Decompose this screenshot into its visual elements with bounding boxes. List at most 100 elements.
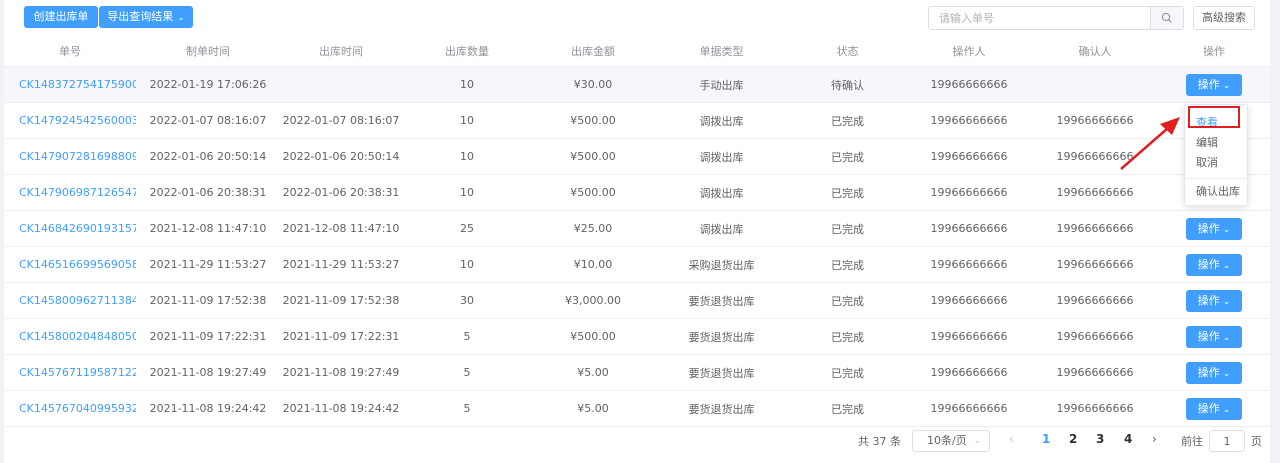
highlight-box	[1188, 106, 1240, 128]
dropdown-item-confirm-outbound[interactable]: 确认出库	[1185, 182, 1247, 202]
table-cell-confirmer: 19966666666	[1032, 354, 1158, 391]
table-cell-amount: ¥3,000.00	[532, 282, 654, 319]
table-cell-status: 已完成	[789, 102, 906, 139]
chevron-right-icon[interactable]: ›	[1152, 432, 1157, 446]
order-number-link[interactable]: CK1457671195871227905	[4, 354, 136, 391]
table-body: CK14837275417590005782022-01-19 17:06:26…	[4, 66, 1270, 427]
table-cell-amount: ¥500.00	[532, 102, 654, 139]
table-row: CK14580020484805017612021-11-09 17:22:31…	[4, 318, 1270, 355]
table-cell-status: 已完成	[789, 174, 906, 211]
search-box	[928, 6, 1184, 30]
table-cell-status: 已完成	[789, 210, 906, 247]
page-size-select[interactable]: 10条/页 ⌄	[912, 430, 990, 452]
order-number-link[interactable]: CK1465166995690582017	[4, 246, 136, 283]
chevron-down-icon: ⌄	[1222, 332, 1231, 343]
operation-button[interactable]: 操作⌄	[1186, 325, 1242, 348]
table-cell-type: 调拨出库	[654, 210, 789, 247]
order-number-link[interactable]: CK1483727541759000578	[4, 66, 136, 103]
table-cell-created: 2021-11-29 11:53:27	[136, 246, 280, 283]
pagination: 共 37 条 10条/页 ⌄ ‹ 1 2 3 4 › 前往 页	[4, 428, 1270, 454]
table-cell-confirmer: 19966666666	[1032, 246, 1158, 283]
table-cell-qty: 10	[402, 102, 532, 139]
table-row: CK14790728169880903702022-01-06 20:50:14…	[4, 138, 1270, 175]
operation-button[interactable]: 操作⌄	[1186, 253, 1242, 276]
operation-button[interactable]: 操作⌄	[1186, 217, 1242, 240]
pagination-total: 共 37 条	[858, 435, 901, 448]
table-cell-operation: 操作⌄	[1158, 210, 1270, 247]
page-number[interactable]: 2	[1069, 432, 1077, 446]
table-cell-amount: ¥25.00	[532, 210, 654, 247]
chevron-left-icon[interactable]: ‹	[1009, 432, 1014, 446]
table-cell-out-time: 2021-12-08 11:47:10	[280, 210, 402, 247]
table-cell-out-time: 2022-01-06 20:50:14	[280, 138, 402, 175]
page-number[interactable]: 3	[1096, 432, 1104, 446]
table-row: CK14837275417590005782022-01-19 17:06:26…	[4, 66, 1270, 103]
table-cell-operator: 19966666666	[906, 354, 1032, 391]
column-header: 状态	[789, 36, 906, 67]
table-row: CK14651669956905820172021-11-29 11:53:27…	[4, 246, 1270, 283]
table-cell-created: 2022-01-07 08:16:07	[136, 102, 280, 139]
table-cell-qty: 10	[402, 66, 532, 103]
order-number-link[interactable]: CK1457670409959321601	[4, 390, 136, 427]
order-number-link[interactable]: CK1479069871265476610	[4, 174, 136, 211]
order-number-link[interactable]: CK1479245425600032769	[4, 102, 136, 139]
operation-button[interactable]: 操作⌄	[1186, 289, 1242, 312]
order-number-link[interactable]: CK1468426901931577346	[4, 210, 136, 247]
operation-label: 操作	[1197, 293, 1220, 307]
page-number[interactable]: 4	[1124, 432, 1132, 446]
table-cell-operator: 19966666666	[906, 318, 1032, 355]
export-results-label: 导出查询结果	[107, 10, 174, 23]
search-input[interactable]	[929, 7, 1149, 29]
table-cell-qty: 5	[402, 354, 532, 391]
table-cell-operation: 操作⌄	[1158, 318, 1270, 355]
table-row: CK14576704099593216012021-11-08 19:24:42…	[4, 390, 1270, 427]
create-outbound-label: 创建出库单	[33, 10, 89, 23]
table-cell-operation: 操作⌄	[1158, 282, 1270, 319]
chevron-down-icon: ⌄	[1222, 404, 1231, 415]
table-cell-qty: 10	[402, 138, 532, 175]
table-row: CK14790698712654766102022-01-06 20:38:31…	[4, 174, 1270, 211]
chevron-down-icon: ⌄	[1222, 224, 1231, 235]
operation-label: 操作	[1197, 329, 1220, 343]
table-cell-out-time: 2022-01-07 08:16:07	[280, 102, 402, 139]
goto-page-input[interactable]	[1209, 430, 1245, 452]
dropdown-item-edit[interactable]: 编辑	[1185, 133, 1247, 153]
column-header: 制单时间	[136, 36, 280, 67]
main-panel: 创建出库单 导出查询结果⌄ 高级搜索 单号 制单时间 出库时间 出库数量 出库金…	[4, 0, 1270, 463]
operation-label: 操作	[1197, 365, 1220, 379]
dropdown-item-cancel[interactable]: 取消	[1185, 153, 1247, 173]
operation-label: 操作	[1197, 221, 1220, 235]
advanced-search-button[interactable]: 高级搜索	[1193, 6, 1255, 30]
table-cell-operator: 19966666666	[906, 210, 1032, 247]
table-cell-out-time: 2021-11-09 17:52:38	[280, 282, 402, 319]
export-results-button[interactable]: 导出查询结果 ⌄	[99, 6, 193, 28]
table-cell-type: 调拨出库	[654, 102, 789, 139]
table-cell-status: 已完成	[789, 138, 906, 175]
column-header: 出库金额	[532, 36, 654, 67]
order-number-link[interactable]: CK1458002048480501761	[4, 318, 136, 355]
chevron-down-icon: ⌄	[177, 13, 185, 23]
table-cell-operator: 19966666666	[906, 246, 1032, 283]
dropdown-divider	[1185, 178, 1247, 179]
order-number-link[interactable]: CK1479072816988090370	[4, 138, 136, 175]
table-cell-status: 待确认	[789, 66, 906, 103]
table-row: CK1468426901931577346 2021-12-08 11:47:10…	[4, 210, 1270, 247]
order-number-link[interactable]: CK1458009627113840641	[4, 282, 136, 319]
table-row: CK14792454256000327692022-01-07 08:16:07…	[4, 102, 1270, 139]
operation-button[interactable]: 操作⌄	[1186, 361, 1242, 384]
create-outbound-button[interactable]: 创建出库单	[24, 6, 98, 28]
table-row: CK1458009627113840641 2021-11-09 17:52:38…	[4, 282, 1270, 319]
column-header: 操作人	[906, 36, 1032, 67]
table-cell-operator: 19966666666	[906, 102, 1032, 139]
table-header-row: 单号 制单时间 出库时间 出库数量 出库金额 单据类型 状态 操作人 确认人 操…	[4, 36, 1270, 67]
operation-label: 操作	[1197, 401, 1220, 415]
table-cell-operation: 操作⌄	[1158, 390, 1270, 427]
column-header: 出库时间	[280, 36, 402, 67]
table-cell-operator: 19966666666	[906, 282, 1032, 319]
search-button[interactable]	[1150, 7, 1183, 29]
operation-button[interactable]: 操作⌄	[1186, 397, 1242, 420]
table-cell-created: 2022-01-06 20:50:14	[136, 138, 280, 175]
operation-button[interactable]: 操作⌄	[1186, 73, 1242, 96]
table-cell-amount: ¥10.00	[532, 246, 654, 283]
page-number[interactable]: 1	[1042, 432, 1050, 446]
